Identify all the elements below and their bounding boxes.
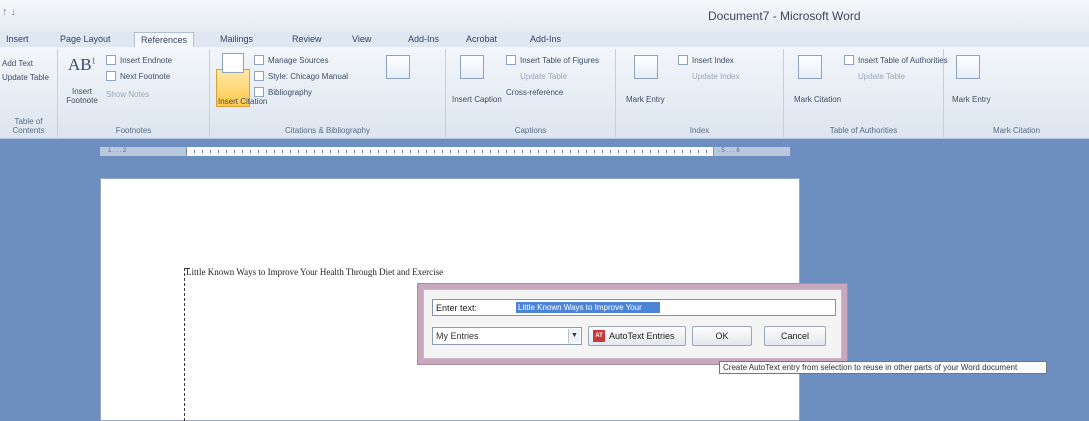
ruler-right-numbers: . 5 . . . 6 — [718, 148, 740, 154]
citation-style-select[interactable]: Style: Chicago Manual — [268, 72, 348, 81]
group-label-citations: Citations & Bibliography — [285, 126, 370, 135]
update-table-button-captions[interactable]: Update Table — [520, 72, 567, 81]
tab-references[interactable]: References — [134, 32, 195, 47]
cancel-button[interactable]: Cancel — [764, 326, 826, 346]
insert-citation-icon — [222, 53, 244, 73]
autotext-icon: AT — [593, 330, 605, 342]
tooltip: Create AutoText entry from selection to … — [719, 361, 1047, 374]
insert-index-button[interactable]: Insert Index — [692, 56, 734, 65]
insert-footnote-button[interactable]: Insert Footnote — [64, 87, 100, 105]
autotext-entries-label: AutoText Entries — [609, 331, 675, 341]
group-footnotes: AB1 Insert Footnote Insert Endnote Next … — [58, 49, 210, 137]
tab-acrobat[interactable]: Acrobat — [466, 34, 497, 44]
insert-citation-button[interactable]: Insert Citation — [218, 97, 267, 106]
entries-combo-value: My Entries — [436, 331, 479, 341]
entries-combo[interactable]: My Entries ▼ — [432, 327, 582, 345]
manage-sources-icon — [254, 55, 264, 65]
autotext-entries-button[interactable]: AT AutoText Entries — [588, 326, 686, 346]
mark-citation-icon — [798, 55, 822, 79]
mark-entry-icon — [634, 55, 658, 79]
ruler-left-numbers: 1 . . . 2 — [108, 148, 127, 154]
tab-insert[interactable]: Insert — [6, 34, 29, 44]
group-label-captions: Captions — [514, 126, 547, 135]
chevron-down-icon[interactable]: ▼ — [568, 329, 580, 343]
group-index: Mark Entry Insert Index Update Index Ind… — [616, 49, 784, 137]
group-label-index: Index — [689, 126, 710, 135]
tab-view[interactable]: View — [352, 34, 371, 44]
ruler-ticks — [186, 150, 714, 153]
autotext-dialog: Enter text: Little Known Ways to Improve… — [417, 283, 848, 365]
caption-icon — [386, 55, 410, 79]
quick-access-toolbar[interactable]: ↑ ↓ — [2, 6, 16, 18]
window-title: Document7 - Microsoft Word — [708, 9, 861, 23]
tab-page-layout[interactable]: Page Layout — [60, 34, 111, 44]
title-bar: ↑ ↓ Document7 - Microsoft Word — [0, 0, 1089, 32]
tab-add-ins-2[interactable]: Add-Ins — [530, 34, 561, 44]
bibliography-button[interactable]: Bibliography — [268, 88, 312, 97]
mark-citation-2-icon — [956, 55, 980, 79]
group-mark-citation: Mark Entry Mark Citation — [944, 49, 1089, 137]
style-icon — [254, 71, 264, 81]
group-label-toc: Table of Contents — [12, 117, 45, 135]
update-table-authorities-button[interactable]: Update Table — [858, 72, 905, 81]
text-boundary-left — [184, 268, 185, 421]
insert-footnote-icon[interactable]: AB1 — [68, 55, 96, 75]
enter-text-label: Enter text: — [436, 303, 478, 313]
autotext-dialog-body: Enter text: Little Known Ways to Improve… — [423, 289, 842, 359]
next-footnote-button[interactable]: Next Footnote — [120, 72, 170, 81]
mark-entry-2-button[interactable]: Mark Entry — [952, 95, 991, 104]
group-table-of-authorities: Mark Citation Insert Table of Authoritie… — [784, 49, 948, 137]
enter-text-selection[interactable]: Little Known Ways to Improve Your — [516, 302, 660, 313]
ribbon-tabs: Insert Page Layout References Mailings R… — [0, 32, 1089, 47]
next-footnote-icon — [106, 71, 116, 81]
insert-table-of-figures-button[interactable]: Insert Table of Figures — [520, 56, 599, 65]
cross-reference-button[interactable]: Cross-reference — [506, 88, 563, 97]
bibliography-icon — [254, 87, 264, 97]
mark-citation-button[interactable]: Mark Citation — [794, 95, 841, 104]
enter-text-field[interactable]: Enter text: Little Known Ways to Improve… — [432, 299, 836, 316]
group-label-footnotes: Footnotes — [115, 126, 152, 135]
group-table-of-contents: Add Text Update Table Table of Contents — [0, 49, 58, 137]
tab-add-ins[interactable]: Add-Ins — [408, 34, 439, 44]
show-notes-button[interactable]: Show Notes — [106, 90, 149, 99]
group-label-authorities: Table of Authorities — [829, 126, 898, 135]
manage-sources-button[interactable]: Manage Sources — [268, 56, 328, 65]
insert-caption-icon — [460, 55, 484, 79]
mark-entry-button[interactable]: Mark Entry — [626, 95, 665, 104]
endnote-icon — [106, 55, 116, 65]
group-label-mark-citation: Mark Citation — [992, 126, 1041, 135]
table-of-figures-icon — [506, 55, 516, 65]
group-captions: Insert Caption Insert Table of Figures U… — [446, 49, 616, 137]
insert-authorities-icon — [844, 55, 854, 65]
update-index-button[interactable]: Update Index — [692, 72, 740, 81]
update-table-button[interactable]: Update Table — [2, 73, 49, 82]
insert-endnote-button[interactable]: Insert Endnote — [120, 56, 172, 65]
group-citations: Insert Citation Manage Sources Style: Ch… — [210, 49, 446, 137]
ok-button[interactable]: OK — [692, 326, 752, 346]
insert-table-of-authorities-button[interactable]: Insert Table of Authorities — [858, 56, 948, 65]
insert-caption-button[interactable]: Insert Caption — [452, 95, 502, 104]
insert-index-icon — [678, 55, 688, 65]
tab-review[interactable]: Review — [292, 34, 322, 44]
ribbon: Add Text Update Table Table of Contents … — [0, 47, 1089, 139]
document-text-line[interactable]: Little Known Ways to Improve Your Health… — [186, 267, 443, 277]
tab-mailings[interactable]: Mailings — [220, 34, 253, 44]
add-text-button[interactable]: Add Text — [2, 59, 33, 68]
